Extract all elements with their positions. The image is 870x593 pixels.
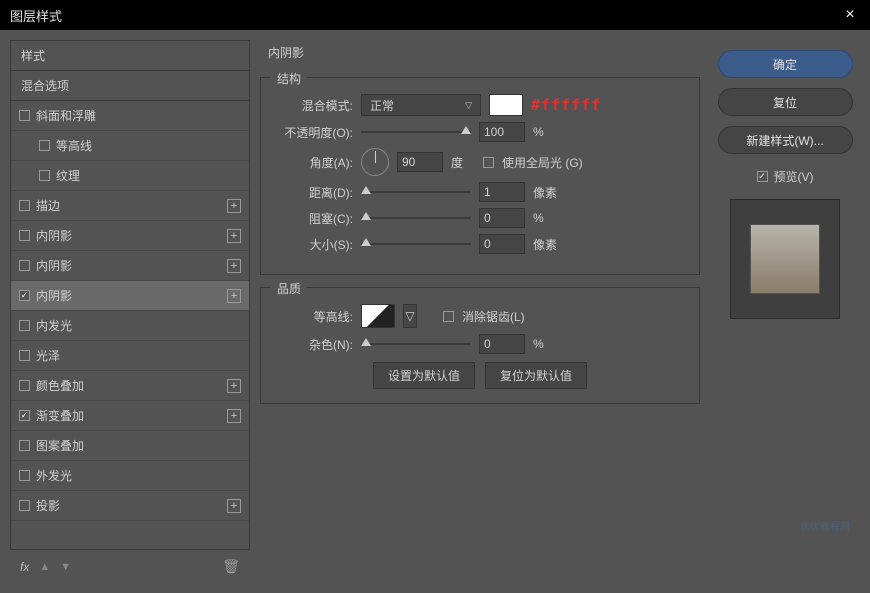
layer-style-dialog: { "titlebar": { "title": "图层样式", "close"… [0,0,870,593]
titlebar: 图层样式 × [0,0,870,30]
style-item-contour[interactable]: 等高线 [11,131,249,161]
preview-swatch [750,224,820,294]
style-list: 样式 混合选项 斜面和浮雕 等高线 纹理 描边 + 内阴影 + [10,40,250,550]
choke-slider[interactable] [361,211,471,225]
checkbox[interactable] [19,410,30,421]
checkbox[interactable] [19,230,30,241]
checkbox[interactable] [19,320,30,331]
style-item-inner-shadow-2[interactable]: 内阴影 + [11,251,249,281]
checkbox[interactable] [19,110,30,121]
styles-header[interactable]: 样式 [11,41,249,71]
checkbox[interactable] [19,200,30,211]
reset-button[interactable]: 复位 [718,88,853,116]
style-item-inner-glow[interactable]: 内发光 [11,311,249,341]
add-icon[interactable]: + [227,499,241,513]
set-default-button[interactable]: 设置为默认值 [373,362,475,389]
add-icon[interactable]: + [227,289,241,303]
preview-checkbox[interactable] [757,171,768,182]
arrow-up-icon[interactable]: ▲ [39,561,50,573]
color-swatch[interactable] [489,94,523,116]
style-item-bevel[interactable]: 斜面和浮雕 [11,101,249,131]
contour-label: 等高线: [273,308,353,325]
distance-input[interactable] [479,182,525,202]
antialias-label: 消除锯齿(L) [462,308,525,325]
style-item-gradient-overlay[interactable]: 渐变叠加 + [11,401,249,431]
blend-mode-label: 混合模式: [273,97,353,114]
style-item-satin[interactable]: 光泽 [11,341,249,371]
checkbox[interactable] [19,350,30,361]
structure-legend: 结构 [271,70,307,87]
style-item-inner-shadow-3[interactable]: 内阴影 + [11,281,249,311]
style-item-texture[interactable]: 纹理 [11,161,249,191]
style-item-stroke[interactable]: 描边 + [11,191,249,221]
structure-fieldset: 结构 混合模式: 正常 ▽ #ffffff 不透明度(O): % [260,77,700,275]
checkbox[interactable] [19,470,30,481]
style-item-pattern-overlay[interactable]: 图案叠加 [11,431,249,461]
add-icon[interactable]: + [227,409,241,423]
new-style-button[interactable]: 新建样式(W)... [718,126,853,154]
contour-picker[interactable] [361,304,395,328]
styles-panel: 样式 混合选项 斜面和浮雕 等高线 纹理 描边 + 内阴影 + [10,40,250,583]
opacity-label: 不透明度(O): [273,124,353,141]
checkbox[interactable] [19,380,30,391]
size-input[interactable] [479,234,525,254]
chevron-down-icon: ▽ [465,100,472,111]
hex-annotation: #ffffff [531,96,601,114]
content-area: 样式 混合选项 斜面和浮雕 等高线 纹理 描边 + 内阴影 + [0,30,870,593]
distance-slider[interactable] [361,185,471,199]
add-icon[interactable]: + [227,199,241,213]
noise-input[interactable] [479,334,525,354]
distance-label: 距离(D): [273,184,353,201]
global-light-checkbox[interactable] [483,157,494,168]
preview-label: 预览(V) [774,168,814,185]
checkbox[interactable] [19,440,30,451]
ok-button[interactable]: 确定 [718,50,853,78]
checkbox[interactable] [19,260,30,271]
style-item-outer-glow[interactable]: 外发光 [11,461,249,491]
angle-label: 角度(A): [273,154,353,171]
trash-icon[interactable]: 🗑 [222,558,240,575]
add-icon[interactable]: + [227,229,241,243]
style-list-footer: fx ▲ ▼ 🗑 [10,550,250,583]
size-label: 大小(S): [273,236,353,253]
close-icon[interactable]: × [840,6,860,24]
style-item-inner-shadow-1[interactable]: 内阴影 + [11,221,249,251]
preview-box [730,199,840,319]
noise-label: 杂色(N): [273,336,353,353]
style-item-color-overlay[interactable]: 颜色叠加 + [11,371,249,401]
style-item-drop-shadow[interactable]: 投影 + [11,491,249,521]
dialog-title: 图层样式 [10,6,62,25]
panel-title: 内阴影 [260,40,700,65]
opacity-input[interactable] [479,122,525,142]
checkbox[interactable] [39,140,50,151]
blend-options-item[interactable]: 混合选项 [11,71,249,101]
chevron-down-icon: ▽ [405,309,414,323]
quality-legend: 品质 [271,280,307,297]
angle-input[interactable] [397,152,443,172]
arrow-down-icon[interactable]: ▼ [60,561,71,573]
reset-default-button[interactable]: 复位为默认值 [485,362,587,389]
quality-fieldset: 品质 等高线: ▽ 消除锯齿(L) 杂色(N): % 设置为默认值 [260,287,700,404]
add-icon[interactable]: + [227,379,241,393]
size-slider[interactable] [361,237,471,251]
choke-input[interactable] [479,208,525,228]
noise-slider[interactable] [361,337,471,351]
checkbox[interactable] [39,170,50,181]
angle-dial[interactable] [361,148,389,176]
blend-mode-dropdown[interactable]: 正常 ▽ [361,94,481,116]
opacity-slider[interactable] [361,125,471,139]
antialias-checkbox[interactable] [443,311,454,322]
choke-label: 阻塞(C): [273,210,353,227]
contour-dropdown[interactable]: ▽ [403,304,417,328]
add-icon[interactable]: + [227,259,241,273]
fx-icon[interactable]: fx [20,560,29,574]
action-panel: 确定 复位 新建样式(W)... 预览(V) [710,40,860,583]
checkbox[interactable] [19,500,30,511]
settings-panel: 内阴影 结构 混合模式: 正常 ▽ #ffffff 不透明度(O): % [260,40,700,583]
global-light-label: 使用全局光 (G) [502,154,583,171]
checkbox[interactable] [19,290,30,301]
